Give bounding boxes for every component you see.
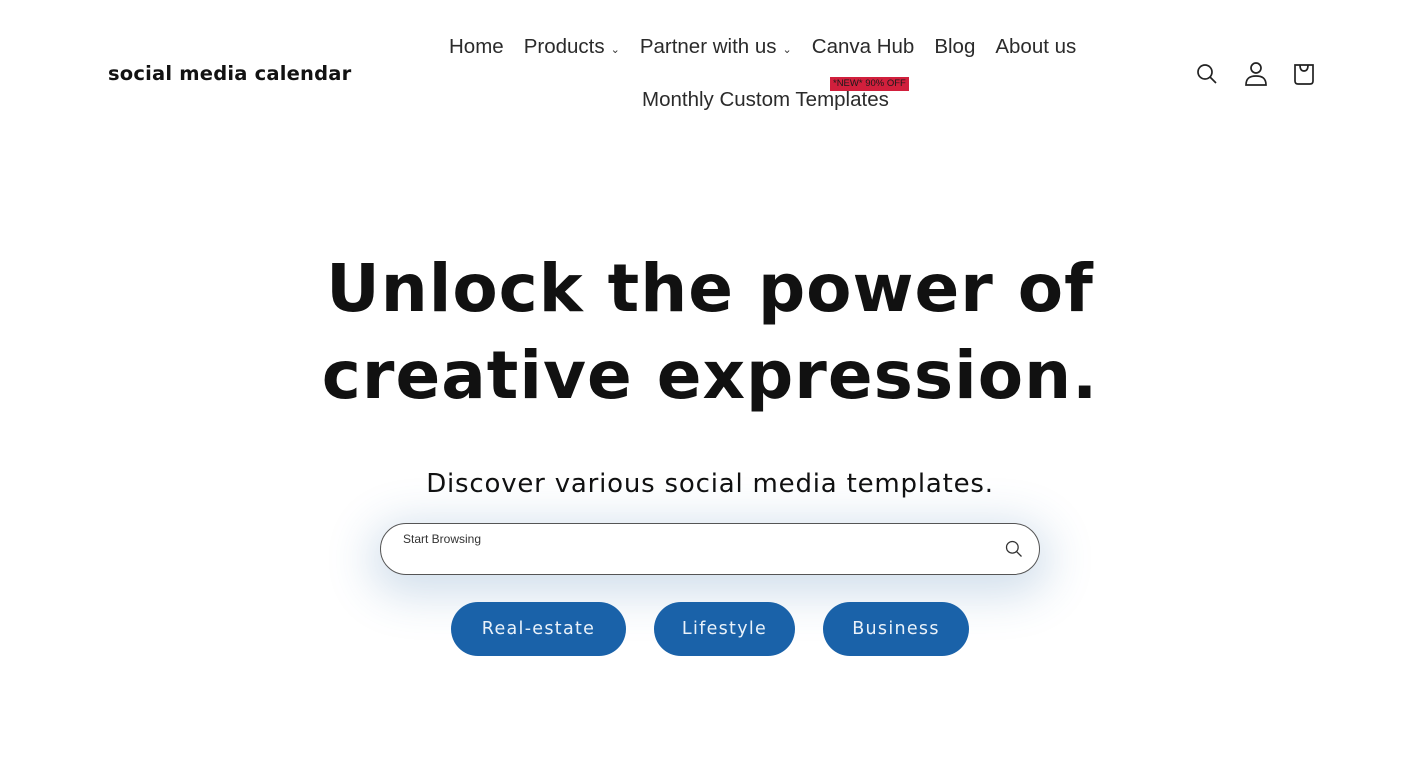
template-search-submit[interactable]: [1001, 536, 1027, 562]
cart-icon: [1294, 64, 1314, 85]
category-real-estate-button[interactable]: Real-estate: [451, 602, 626, 656]
nav-blog[interactable]: Blog: [934, 35, 975, 59]
search-icon: [1197, 64, 1217, 84]
main-nav: Home Products ⌄ Partner with us ⌄ Canva …: [449, 33, 1076, 61]
account-button[interactable]: [1242, 60, 1270, 88]
account-icon: [1245, 62, 1267, 86]
cart-button[interactable]: [1290, 60, 1318, 88]
nav-products-label: Products: [523, 35, 605, 58]
hero-subtitle: Discover various social media templates.: [426, 469, 994, 499]
hero-title-line2: creative expression.: [321, 337, 1099, 414]
template-search-input[interactable]: [403, 532, 983, 546]
site-header: social media calendar Home Products ⌄ Pa…: [0, 0, 1420, 150]
nav-monthly-label: Monthly Custom Templates: [642, 88, 889, 111]
nav-about-us[interactable]: About us: [995, 35, 1076, 59]
template-search-box: [380, 523, 1040, 575]
site-logo[interactable]: social media calendar: [108, 62, 351, 85]
hero-title-line1: Unlock the power of: [326, 250, 1094, 327]
nav-about-label: About us: [995, 35, 1077, 58]
chevron-down-icon: ⌄: [610, 43, 620, 56]
nav-partner-label: Partner with us: [639, 35, 777, 58]
nav-monthly-custom-templates[interactable]: Monthly Custom Templates *NEW* 90% OFF: [642, 77, 909, 116]
category-business-button[interactable]: Business: [823, 602, 969, 656]
nav-blog-label: Blog: [934, 35, 976, 58]
discount-badge: *NEW* 90% OFF: [830, 77, 909, 91]
nav-canva-hub[interactable]: Canva Hub: [812, 35, 915, 59]
category-lifestyle-button[interactable]: Lifestyle: [654, 602, 795, 656]
nav-partner-with-us[interactable]: Partner with us ⌄: [640, 35, 792, 59]
nav-home-label: Home: [449, 35, 504, 58]
nav-canva-hub-label: Canva Hub: [811, 35, 915, 58]
chevron-down-icon: ⌄: [782, 43, 792, 56]
header-search-button[interactable]: [1193, 60, 1221, 88]
hero-title: Unlock the power of creative expression.: [0, 245, 1420, 419]
nav-products[interactable]: Products ⌄: [524, 35, 620, 59]
nav-home[interactable]: Home: [449, 35, 504, 59]
search-icon: [1005, 540, 1022, 557]
